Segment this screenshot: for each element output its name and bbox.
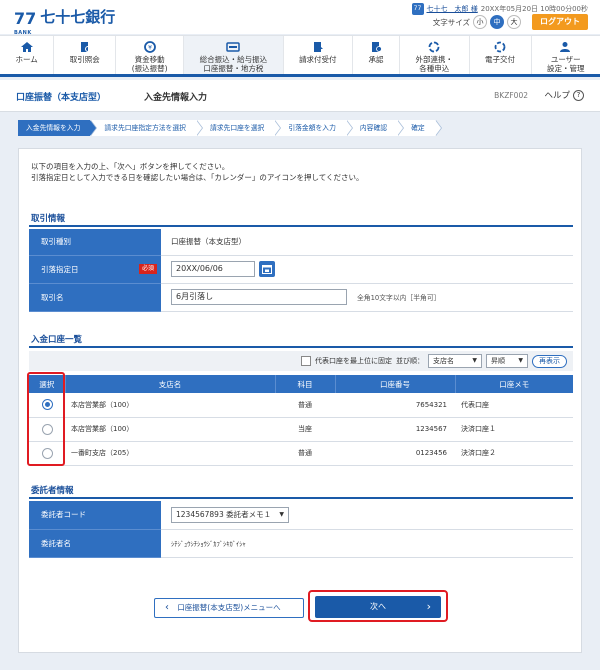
nav-approval[interactable]: 承認 <box>353 36 401 74</box>
rep-first-checkbox[interactable] <box>301 356 311 366</box>
section-divider <box>29 346 573 348</box>
main-card: 以下の項目を入力の上、「次へ」ボタンを押してください。 引落指定日として入力でき… <box>18 148 582 653</box>
accounts-section-title: 入金口座一覧 <box>31 335 83 345</box>
type-value: 口座振替（本支店型） <box>161 229 573 256</box>
consignor-name-label: 委託者名 <box>29 529 161 558</box>
bank-logo[interactable]: 77 BANK 七十七銀行 <box>14 8 116 37</box>
sort-label: 並び順： <box>396 357 424 365</box>
bulk-transfer-icon <box>226 41 241 53</box>
user-name-link[interactable]: 七十七 太郎 様 <box>427 4 478 14</box>
invoice-icon <box>311 41 325 53</box>
step-2: 請求先口座指定方法を選択 <box>90 120 203 136</box>
calendar-button[interactable] <box>259 261 275 277</box>
svg-text:¥: ¥ <box>148 45 152 52</box>
rep-first-label: 代表口座を最上位に固定 <box>315 357 392 365</box>
bank-name: 七十七銀行 <box>40 8 116 26</box>
instructions: 以下の項目を入力の上、「次へ」ボタンを押してください。 引落指定日として入力でき… <box>31 162 364 182</box>
transaction-section-title: 取引情報 <box>31 214 66 224</box>
section-divider <box>29 497 573 499</box>
section-divider <box>29 225 573 227</box>
date-input[interactable]: 20XX/06/06 <box>171 261 255 277</box>
nav-external[interactable]: 外部連携・ 各種申込 <box>400 36 470 74</box>
font-large-button[interactable]: 大 <box>507 15 521 29</box>
top-header: 77 BANK 七十七銀行 77 七十七 太郎 様 20XX年05月20日 10時… <box>0 0 600 37</box>
name-label: 取引名 <box>29 283 161 312</box>
nav-user-settings[interactable]: ユーザー 設定・管理 <box>532 36 600 74</box>
font-size-controls: 文字サイズ 小 中 大 ログアウト <box>433 14 588 30</box>
user-settings-icon <box>559 41 573 53</box>
logo-mark: 77 BANK <box>14 9 37 37</box>
e-delivery-icon <box>493 41 507 53</box>
step-3: 請求先口座を選択 <box>195 120 282 136</box>
approval-icon <box>369 41 383 53</box>
accounts-toolbar: 代表口座を最上位に固定 並び順： 支店名 ▼ 昇順 ▼ 再表示 <box>29 351 573 371</box>
next-button[interactable]: 次へ › <box>315 596 441 618</box>
nav-bulk-transfer[interactable]: 総合振込・給与振込 口座振替・地方税 <box>184 36 284 74</box>
type-label: 取引種別 <box>29 229 161 256</box>
last-login-time: 20XX年05月20日 10時00分00秒 <box>480 5 588 13</box>
step-1: 入金先情報を入力 <box>18 120 98 136</box>
table-row[interactable]: 本店営業部（100） 当座 1234567 決済口座１ <box>29 417 573 442</box>
link-icon <box>427 41 441 53</box>
col-memo: 口座メモ <box>455 375 573 393</box>
nav-home[interactable]: ホーム <box>0 36 55 74</box>
sort-order-select[interactable]: 昇順 ▼ <box>486 354 528 368</box>
col-branch: 支店名 <box>65 375 276 393</box>
global-nav: ホーム 取引照会 ¥ 資金移動 (振込振替) 総合振込・給与振込 口座振替・地方… <box>0 35 600 77</box>
step-4: 引落金額を入力 <box>274 120 353 136</box>
date-label: 引落指定日 必須 <box>29 255 161 284</box>
nav-invoice[interactable]: 請求付受付 <box>284 36 354 74</box>
sort-key-select[interactable]: 支店名 ▼ <box>428 354 482 368</box>
accounts-table: 選択 支店名 科目 口座番号 口座メモ 本店営業部（100） 普通 765432… <box>29 375 573 466</box>
chevron-left-icon: ‹ <box>165 602 169 613</box>
consignor-section-title: 委託者情報 <box>31 486 74 496</box>
consignor-name-value: ｼﾁｼﾞｭｳｼﾁｼｮｳｼﾞｶﾌﾞｼｷｶﾞｲｼｬ <box>161 529 573 558</box>
chevron-down-icon: ▼ <box>279 510 284 518</box>
select-column-highlight <box>27 372 65 466</box>
col-number: 口座番号 <box>335 375 456 393</box>
required-badge: 必須 <box>138 264 157 274</box>
font-small-button[interactable]: 小 <box>473 15 487 29</box>
nav-money-transfer[interactable]: ¥ 資金移動 (振込振替) <box>116 36 185 74</box>
help-icon: ? <box>573 89 584 101</box>
chevron-down-icon: ▼ <box>472 357 477 364</box>
col-type: 科目 <box>275 375 336 393</box>
consignor-code-select[interactable]: 1234567893 委託者メモ１ ▼ <box>171 506 289 523</box>
section-title: 口座振替（本支店型） <box>16 93 107 103</box>
font-medium-button[interactable]: 中 <box>490 15 504 29</box>
transaction-name-input[interactable]: 6月引落し <box>171 289 347 305</box>
page-title-bar: 口座振替（本支店型） 入金先情報入力 BKZF002 ヘルプ ? <box>0 80 600 112</box>
chevron-right-icon: › <box>426 600 431 613</box>
step-5: 内容確認 <box>345 120 405 136</box>
transaction-table: 取引種別 口座振替（本支店型） 引落指定日 必須 20XX/06/06 取引名 6… <box>29 229 573 312</box>
calendar-icon <box>262 265 272 274</box>
logout-button[interactable]: ログアウト <box>532 14 588 30</box>
name-hint: 全角10文字以内［半角可］ <box>357 294 441 302</box>
home-icon <box>20 41 34 53</box>
back-to-menu-button[interactable]: ‹ 口座振替(本支店型)メニューへ <box>154 598 304 618</box>
consignor-code-label: 委託者コード <box>29 501 161 530</box>
screen-code: BKZF002 <box>494 91 528 100</box>
nav-inquiry[interactable]: 取引照会 <box>54 36 117 74</box>
table-row[interactable]: 本店営業部（100） 普通 7654321 代表口座 <box>29 393 573 418</box>
page-title: 入金先情報入力 <box>144 93 208 103</box>
help-link[interactable]: ヘルプ ? <box>544 89 584 101</box>
chevron-down-icon: ▼ <box>518 357 523 364</box>
user-badge-icon: 77 <box>411 3 424 15</box>
consignor-table: 委託者コード 1234567893 委託者メモ１ ▼ 委託者名 ｼﾁｼﾞｭｳｼﾁｼ… <box>29 501 573 558</box>
nav-e-delivery[interactable]: 電子交付 <box>470 36 532 74</box>
search-doc-icon <box>78 41 92 53</box>
table-row[interactable]: 一番町支店（205） 普通 0123456 決済口座２ <box>29 441 573 466</box>
step-indicator: 入金先情報を入力 請求先口座指定方法を選択 請求先口座を選択 引落金額を入力 内… <box>18 120 442 136</box>
font-size-label: 文字サイズ <box>432 17 470 27</box>
redisplay-button[interactable]: 再表示 <box>532 354 567 368</box>
money-transfer-icon: ¥ <box>143 41 157 53</box>
